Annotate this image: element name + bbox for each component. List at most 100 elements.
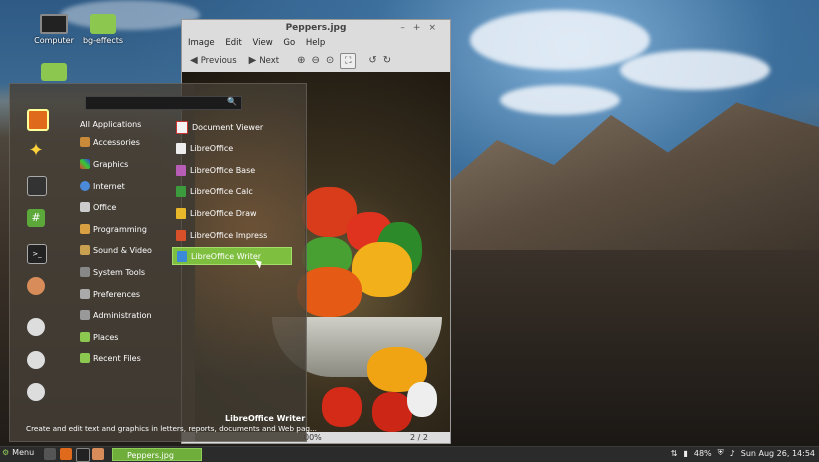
taskbar-item-peppers[interactable]: Peppers.jpg	[112, 448, 202, 461]
terminal-icon[interactable]: >_	[27, 244, 47, 264]
category-office[interactable]: Office	[80, 202, 116, 212]
category-graphics[interactable]: Graphics	[80, 159, 128, 169]
rotate-right-icon[interactable]: ↻	[383, 50, 391, 72]
libreoffice-icon	[176, 142, 186, 154]
libreoffice-writer-icon	[177, 250, 187, 262]
window-title: Peppers.jpg	[285, 23, 347, 33]
maximize-icon[interactable]: +	[413, 23, 429, 33]
lock-screen-icon[interactable]	[27, 318, 45, 336]
cloud	[620, 50, 770, 90]
selected-app-title: LibreOffice Writer	[225, 414, 306, 423]
home-folder-icon	[41, 63, 67, 81]
previous-button[interactable]: ◀ Previous	[190, 50, 237, 72]
category-accessories[interactable]: Accessories	[80, 137, 140, 147]
update-shield-icon[interactable]: ⛨	[718, 448, 724, 458]
battery-icon[interactable]: ▮	[683, 449, 687, 458]
graphics-icon	[80, 159, 90, 169]
desktop-icon-computer[interactable]: Computer	[34, 14, 74, 45]
app-libreoffice-calc[interactable]: LibreOffice Calc	[172, 182, 292, 200]
zoom-in-icon[interactable]: ⊕	[297, 50, 305, 72]
libreoffice-draw-icon	[176, 207, 186, 219]
files-icon[interactable]	[27, 277, 45, 295]
internet-icon	[80, 181, 90, 191]
category-all-applications[interactable]: All Applications	[80, 120, 141, 129]
app-document-viewer[interactable]: Document Viewer	[172, 118, 292, 136]
libreoffice-calc-icon	[176, 185, 186, 197]
tomato	[372, 392, 412, 432]
shutdown-icon[interactable]	[27, 383, 45, 401]
desktop-icon-bg-effects[interactable]: bg-effects	[79, 14, 127, 45]
libreoffice-base-icon	[176, 164, 186, 176]
search-field[interactable]: 🔍	[85, 96, 242, 110]
software-manager-icon[interactable]	[27, 176, 47, 196]
garlic	[407, 382, 437, 417]
viewer-toolbar: ◀ Previous ▶ Next ⊕ ⊖ ⊙ ⛶ ↺ ↻	[182, 50, 450, 72]
menu-go[interactable]: Go	[283, 38, 295, 48]
window-titlebar[interactable]: Peppers.jpg –+×	[182, 20, 450, 36]
preferences-icon	[80, 289, 90, 299]
recent-files-folder-icon	[80, 353, 90, 363]
menu-help[interactable]: Help	[306, 38, 325, 48]
app-libreoffice-writer[interactable]: LibreOffice Writer	[172, 247, 292, 265]
star-icon[interactable]: ✦	[27, 142, 45, 160]
app-libreoffice-draw[interactable]: LibreOffice Draw	[172, 204, 292, 222]
show-desktop-icon[interactable]	[44, 448, 56, 460]
bottom-panel: ⚙ Menu Peppers.jpg ⇅ ▮ 48% ⛨ ♪ Sun Aug 2…	[0, 446, 819, 462]
category-programming[interactable]: Programming	[80, 224, 147, 234]
best-fit-icon[interactable]: ⛶	[340, 53, 357, 69]
desktop-icon-home[interactable]	[40, 63, 68, 83]
category-recent-files[interactable]: Recent Files	[80, 353, 141, 363]
category-system-tools[interactable]: System Tools	[80, 267, 145, 277]
menu-button[interactable]: ⚙ Menu	[2, 448, 34, 457]
viewer-menubar: Image Edit View Go Help	[182, 36, 450, 50]
logout-icon[interactable]	[27, 351, 45, 369]
cloud	[470, 10, 650, 70]
settings-icon[interactable]: #	[27, 209, 45, 227]
places-folder-icon	[80, 332, 90, 342]
category-places[interactable]: Places	[80, 332, 118, 342]
favorites-sidebar: ✦ # >_	[10, 84, 65, 441]
menu-image[interactable]: Image	[188, 38, 215, 48]
next-button[interactable]: ▶ Next	[249, 50, 280, 72]
desktop-icon-label: bg-effects	[82, 36, 124, 45]
document-viewer-icon	[176, 120, 188, 134]
clock[interactable]: Sun Aug 26, 14:54	[741, 449, 815, 458]
search-icon: 🔍	[227, 97, 237, 106]
files-launcher-icon[interactable]	[92, 448, 104, 460]
arrow-left-icon: ◀	[190, 55, 198, 66]
app-libreoffice-base[interactable]: LibreOffice Base	[172, 161, 292, 179]
sound-video-icon	[80, 245, 90, 255]
close-icon[interactable]: ×	[428, 23, 444, 33]
accessories-icon	[80, 137, 90, 147]
desktop-icon-label: Computer	[34, 36, 74, 45]
firefox-launcher-icon[interactable]	[60, 448, 72, 460]
programming-icon	[80, 224, 90, 234]
administration-icon	[80, 310, 90, 320]
rotate-left-icon[interactable]: ↺	[368, 50, 376, 72]
tomato	[322, 387, 362, 427]
page-counter: 2 / 2	[410, 433, 428, 442]
window-controls: –+×	[400, 20, 444, 36]
category-preferences[interactable]: Preferences	[80, 289, 140, 299]
app-libreoffice-impress[interactable]: LibreOffice Impress	[172, 226, 292, 244]
zoom-normal-icon[interactable]: ⊙	[326, 50, 334, 72]
app-libreoffice[interactable]: LibreOffice	[172, 139, 292, 157]
battery-percent: 48%	[693, 448, 712, 458]
volume-icon[interactable]: ♪	[730, 449, 735, 458]
office-icon	[80, 202, 90, 212]
category-internet[interactable]: Internet	[80, 181, 125, 191]
folder-icon	[90, 14, 116, 34]
ground-background	[440, 250, 819, 450]
cloud	[500, 85, 620, 115]
category-sound-video[interactable]: Sound & Video	[80, 245, 152, 255]
zoom-out-icon[interactable]: ⊖	[312, 50, 320, 72]
firefox-icon[interactable]	[27, 109, 49, 131]
menu-edit[interactable]: Edit	[225, 38, 241, 48]
menu-view[interactable]: View	[253, 38, 273, 48]
minimize-icon[interactable]: –	[400, 23, 413, 33]
network-icon[interactable]: ⇅	[671, 449, 678, 458]
category-administration[interactable]: Administration	[80, 310, 152, 320]
arrow-right-icon: ▶	[248, 55, 257, 66]
terminal-launcher-icon[interactable]	[76, 448, 90, 462]
system-tools-icon	[80, 267, 90, 277]
